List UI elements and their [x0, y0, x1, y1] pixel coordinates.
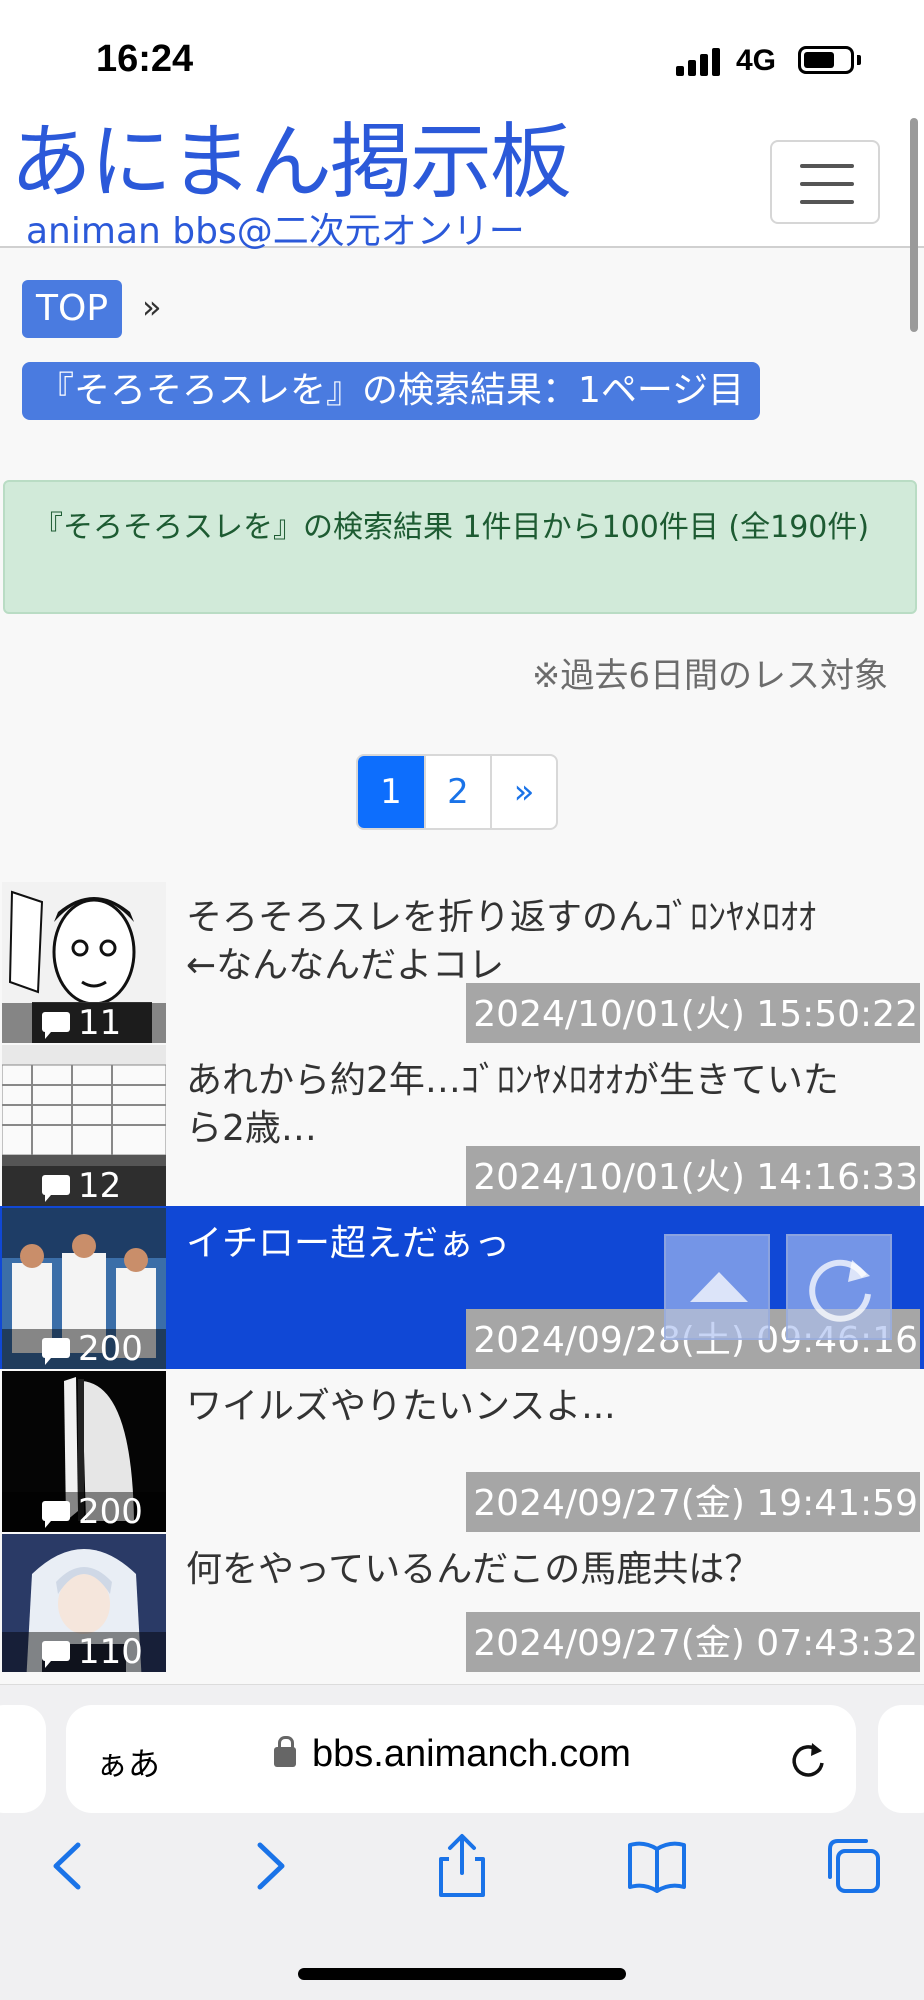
- battery-icon: [798, 46, 854, 74]
- bookmarks-icon[interactable]: [622, 1831, 692, 1901]
- address-bar[interactable]: ぁあ bbs.animanch.com: [66, 1705, 856, 1813]
- reply-count: 110: [2, 1632, 166, 1672]
- comment-icon: [42, 1338, 70, 1365]
- thread-row[interactable]: 11 そろそろスレを折り返すのんｺﾞﾛﾝﾔﾒﾛｵｵ←なんなんだよコレ 2024/…: [0, 880, 924, 1043]
- thread-timestamp: 2024/09/27(金) 07:43:32: [466, 1612, 920, 1672]
- breadcrumb-top-link[interactable]: TOP: [22, 280, 123, 338]
- reload-icon[interactable]: [782, 1735, 832, 1785]
- page-settings-button[interactable]: ぁあ: [96, 1739, 160, 1785]
- browser-toolbar: ぁあ bbs.animanch.com: [0, 1684, 924, 2000]
- status-time: 16:24: [96, 38, 194, 80]
- comment-icon: [42, 1501, 70, 1528]
- signal-icon: [676, 46, 724, 76]
- thread-title[interactable]: 何をやっているんだこの馬鹿共は？: [186, 1546, 846, 1594]
- reply-count: 12: [2, 1166, 166, 1206]
- pagination: 1 2 »: [356, 754, 558, 830]
- arrow-up-icon: [690, 1272, 748, 1302]
- thread-row[interactable]: 12 あれから約2年…ｺﾞﾛﾝﾔﾒﾛｵｵが生きていたら2歳… 2024/10/0…: [0, 1043, 924, 1206]
- previous-tab-preview[interactable]: [0, 1705, 46, 1813]
- thread-timestamp: 2024/09/27(金) 19:41:59: [466, 1472, 920, 1532]
- next-page-button[interactable]: »: [490, 756, 556, 828]
- thread-row[interactable]: 110 何をやっているんだこの馬鹿共は？ 2024/09/27(金) 07:43…: [0, 1532, 924, 1672]
- home-indicator: [298, 1968, 626, 1980]
- breadcrumb-separator: »: [142, 288, 162, 326]
- hamburger-icon: [800, 164, 854, 168]
- back-icon[interactable]: [36, 1831, 106, 1901]
- browser-nav: [0, 1831, 924, 1911]
- thread-title[interactable]: そろそろスレを折り返すのんｺﾞﾛﾝﾔﾒﾛｵｵ←なんなんだよコレ: [186, 894, 846, 990]
- reply-count: 200: [2, 1329, 166, 1369]
- comment-icon: [42, 1641, 70, 1668]
- page-title: 『そろそろスレを』の検索結果：1ページ目: [22, 362, 761, 420]
- page-1-button[interactable]: 1: [358, 756, 424, 828]
- share-icon[interactable]: [427, 1831, 497, 1901]
- network-label: 4G: [736, 44, 777, 77]
- search-scope-note: ※過去6日間のレス対象: [531, 656, 888, 696]
- site-logo-subtitle[interactable]: animan bbs@二次元オンリー: [26, 202, 525, 254]
- page-2-button[interactable]: 2: [424, 756, 490, 828]
- reply-count: 200: [2, 1492, 166, 1532]
- reload-page-button[interactable]: [786, 1234, 892, 1340]
- status-bar: 16:24 4G: [0, 0, 924, 118]
- comment-icon: [42, 1175, 70, 1202]
- url-text[interactable]: bbs.animanch.com: [312, 1733, 631, 1776]
- next-tab-preview[interactable]: [878, 1705, 924, 1813]
- forward-icon[interactable]: [232, 1831, 302, 1901]
- site-logo[interactable]: あにまん掲示板: [10, 117, 572, 208]
- scroll-to-top-button[interactable]: [664, 1234, 770, 1340]
- comment-icon: [42, 1012, 70, 1039]
- page-scrollbar[interactable]: [910, 118, 918, 332]
- thread-timestamp: 2024/10/01(火) 14:16:33: [466, 1146, 920, 1206]
- thread-title[interactable]: あれから約2年…ｺﾞﾛﾝﾔﾒﾛｵｵが生きていたら2歳…: [186, 1057, 846, 1153]
- reload-icon: [809, 1259, 871, 1322]
- thread-title[interactable]: ワイルズやりたいンスよ...: [186, 1383, 846, 1431]
- search-result-summary: 『そろそろスレを』の検索結果 1件目から100件目 (全190件): [3, 480, 917, 614]
- thread-timestamp: 2024/10/01(火) 15:50:22: [466, 983, 920, 1043]
- site-header: あにまん掲示板 animan bbs@二次元オンリー: [0, 117, 924, 252]
- thread-row[interactable]: 200 ワイルズやりたいンスよ... 2024/09/27(金) 19:41:5…: [0, 1369, 924, 1532]
- reply-count: 11: [2, 1003, 166, 1043]
- lock-icon: [274, 1736, 296, 1767]
- menu-button[interactable]: [770, 140, 880, 224]
- tabs-icon[interactable]: [818, 1831, 888, 1901]
